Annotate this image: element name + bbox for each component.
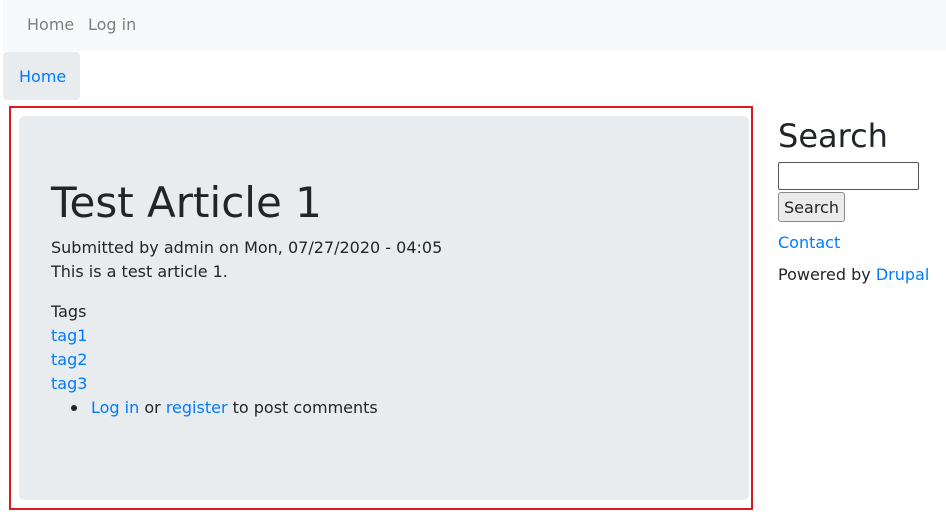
comment-login-link[interactable]: Log in <box>91 398 139 417</box>
powered-by-text: Powered by <box>778 265 871 284</box>
comment-links-item: Log in or register to post comments <box>51 396 378 420</box>
contact-link[interactable]: Contact <box>778 231 840 255</box>
article-panel: Test Article 1 Submitted by admin on Mon… <box>19 116 749 500</box>
nav-home-link[interactable]: Home <box>27 13 74 37</box>
nav-login-link[interactable]: Log in <box>88 13 136 37</box>
powered-by: Powered by Drupal <box>778 263 929 287</box>
tag-link-tag1[interactable]: tag1 <box>51 324 87 348</box>
article-body: This is a test article 1. <box>51 262 228 281</box>
comment-suffix-text: to post comments <box>232 398 378 417</box>
drupal-link[interactable]: Drupal <box>876 265 929 284</box>
breadcrumb: Home <box>3 52 80 100</box>
top-navbar: Home Log in <box>3 0 946 51</box>
breadcrumb-home-link[interactable]: Home <box>19 65 66 89</box>
tag-link-tag3[interactable]: tag3 <box>51 372 87 396</box>
article-title: Test Article 1 <box>51 178 322 227</box>
search-button[interactable]: Search <box>778 192 845 222</box>
search-input[interactable] <box>778 162 919 190</box>
search-block-title: Search <box>778 117 888 155</box>
comment-or-text: or <box>144 398 161 417</box>
tags-label: Tags <box>51 302 87 321</box>
highlighted-content-region: Test Article 1 Submitted by admin on Mon… <box>9 106 753 510</box>
article-submitted-meta: Submitted by admin on Mon, 07/27/2020 - … <box>51 238 443 257</box>
comment-register-link[interactable]: register <box>166 398 228 417</box>
bullet-icon <box>71 405 77 411</box>
comment-links-list: Log in or register to post comments <box>51 396 378 420</box>
tag-link-tag2[interactable]: tag2 <box>51 348 87 372</box>
